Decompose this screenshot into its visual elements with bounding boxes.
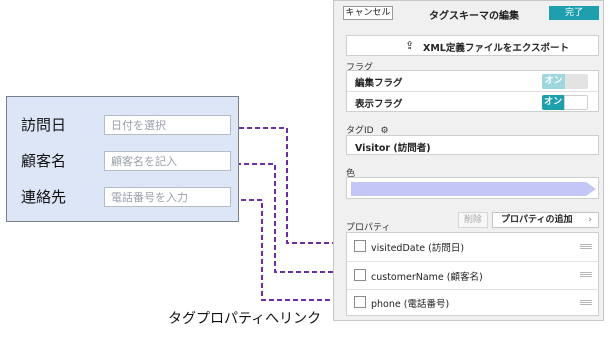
link-line-phone: [225, 199, 338, 301]
contact-input[interactable]: 電話番号を入力: [104, 187, 231, 207]
export-xml-button[interactable]: ⇪ XML定義ファイルをエクスポート: [346, 35, 599, 56]
edit-flag-on-segment: オン: [542, 74, 565, 89]
property-checkbox[interactable]: [354, 296, 366, 308]
property-row-visited-date[interactable]: visitedDate (訪問日): [347, 233, 598, 261]
drag-handle-icon[interactable]: [580, 272, 592, 277]
export-label: XML定義ファイルをエクスポート: [423, 43, 570, 54]
customer-name-label: 顧客名: [21, 152, 67, 170]
edit-flag-label: 編集フラグ: [355, 78, 403, 89]
color-picker[interactable]: [346, 177, 599, 199]
drag-handle-icon[interactable]: [580, 244, 592, 249]
done-button[interactable]: 完了: [549, 6, 599, 20]
cancel-button[interactable]: キャンセル: [343, 6, 393, 20]
property-row-phone[interactable]: phone (電話番号): [347, 289, 598, 317]
link-line-customer-name: [228, 163, 338, 273]
property-checkbox[interactable]: [354, 240, 366, 252]
panel-title: タグスキーマの編集: [429, 11, 519, 22]
add-property-label: プロパティの追加: [501, 215, 573, 225]
visit-date-label: 訪問日: [21, 116, 67, 134]
edit-flag-toggle[interactable]: オン: [542, 74, 588, 89]
property-name: customerName (顧客名): [371, 272, 483, 283]
visit-date-input[interactable]: 日付を選択: [104, 115, 231, 135]
tag-schema-panel: キャンセル タグスキーマの編集 完了 ⇪ XML定義ファイルをエクスポート フラ…: [333, 0, 604, 321]
chevron-right-icon: ›: [588, 215, 592, 225]
customer-name-input[interactable]: 顧客名を記入: [104, 151, 231, 171]
color-swatch: [351, 182, 596, 196]
property-name: visitedDate (訪問日): [371, 243, 465, 254]
edit-flag-off-segment: [565, 74, 588, 89]
flags-divider: [347, 91, 598, 92]
share-icon: ⇪: [405, 39, 415, 52]
tag-id-field[interactable]: Visitor (訪問者): [346, 135, 599, 155]
flags-group: 編集フラグ オン 表示フラグ オン: [346, 70, 599, 112]
display-flag-on-segment: オン: [542, 95, 564, 110]
add-property-button[interactable]: プロパティの追加 ›: [492, 212, 599, 228]
link-caption: タグプロパティへリンク: [168, 311, 322, 327]
tag-id-value: Visitor (訪問者): [355, 143, 431, 154]
property-row-customer-name[interactable]: customerName (顧客名): [347, 261, 598, 289]
drag-handle-icon[interactable]: [580, 300, 592, 305]
contact-label: 連絡先: [21, 188, 67, 206]
properties-list: visitedDate (訪問日) customerName (顧客名) pho…: [346, 232, 599, 316]
property-checkbox[interactable]: [354, 269, 366, 281]
property-name: phone (電話番号): [371, 299, 450, 310]
display-flag-off-segment: [564, 95, 588, 110]
visit-form: 訪問日 日付を選択 顧客名 顧客名を記入 連絡先 電話番号を入力: [6, 96, 239, 222]
color-swatch-bar: [351, 182, 596, 196]
link-line-visited-date: [231, 127, 338, 244]
delete-button[interactable]: 削除: [458, 212, 488, 228]
display-flag-label: 表示フラグ: [355, 99, 403, 110]
display-flag-toggle[interactable]: オン: [542, 95, 588, 110]
